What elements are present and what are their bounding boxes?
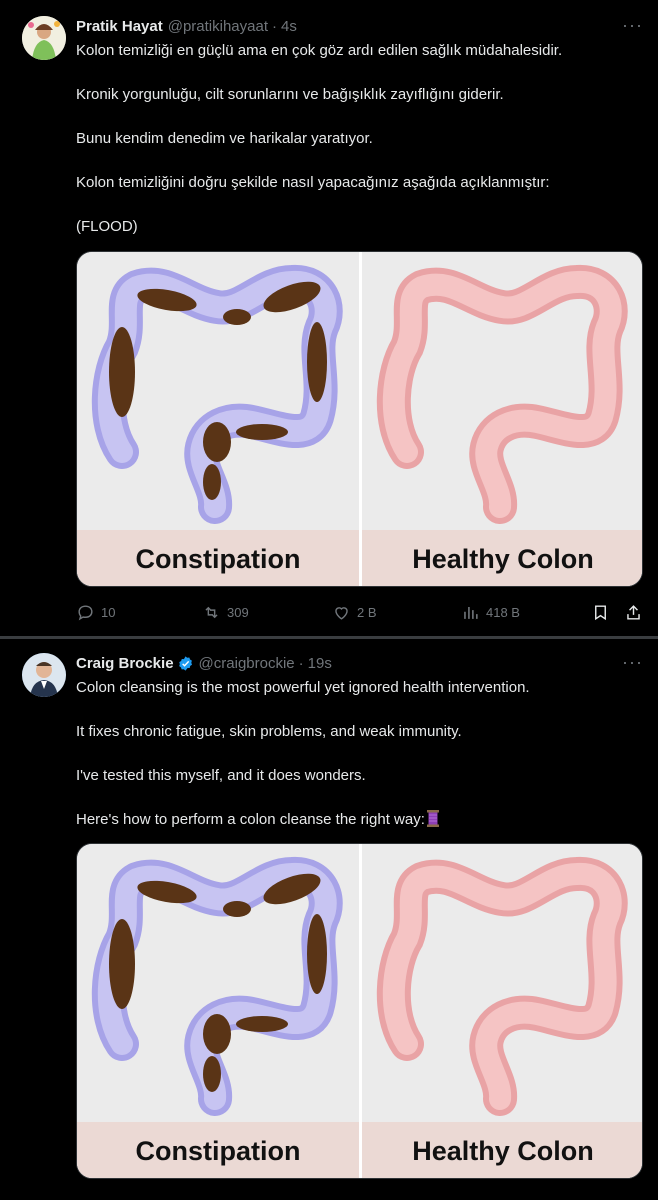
colon-constipated-graphic bbox=[77, 252, 359, 530]
tweet-header: Craig Brockie @craigbrockie · 19s bbox=[76, 653, 332, 673]
share-icon bbox=[627, 605, 640, 620]
tweet-media[interactable]: Constipation Healthy Colon bbox=[76, 251, 643, 587]
tweet-line: Kronik yorgunluğu, cilt sorunlarını ve b… bbox=[76, 86, 504, 103]
caption-constipation: Constipation bbox=[77, 1122, 359, 1178]
colon-healthy-graphic bbox=[362, 252, 643, 530]
timestamp[interactable]: 4s bbox=[281, 18, 297, 35]
repost-button[interactable]: 309 bbox=[202, 603, 249, 622]
colon-constipated-graphic bbox=[77, 844, 359, 1122]
constipation-illustration: Constipation bbox=[77, 844, 359, 1178]
author-handle[interactable]: @craigbrockie bbox=[199, 655, 295, 672]
separator-dot: · bbox=[272, 17, 277, 35]
caption-healthy-colon: Healthy Colon bbox=[362, 1122, 642, 1178]
healthy-colon-illustration: Healthy Colon bbox=[362, 252, 643, 586]
colon-healthy-graphic bbox=[362, 844, 643, 1122]
bookmark-icon bbox=[595, 605, 606, 621]
more-icon[interactable]: ··· bbox=[622, 16, 642, 40]
views-count: 418 B bbox=[486, 605, 520, 620]
author-handle[interactable]: @pratikihayaat bbox=[168, 18, 268, 35]
tweet-text: Kolon temizliği en güçlü ama en çok göz … bbox=[76, 41, 636, 237]
avatar[interactable] bbox=[22, 16, 66, 60]
separator-dot: · bbox=[298, 654, 304, 672]
avatar-image bbox=[22, 653, 66, 697]
bookmark-button[interactable] bbox=[591, 603, 610, 622]
like-count: 2 B bbox=[357, 605, 377, 620]
tweet-text: Colon cleansing is the most powerful yet… bbox=[76, 678, 636, 830]
views-icon bbox=[464, 606, 478, 619]
tweet-line: Here's how to perform a colon cleanse th… bbox=[76, 810, 636, 830]
tweet-line: Bunu kendim denedim ve harikalar yaratıy… bbox=[76, 130, 373, 147]
reply-count: 10 bbox=[101, 605, 116, 620]
caption-constipation: Constipation bbox=[77, 530, 359, 586]
tweet-divider bbox=[0, 636, 658, 639]
repost-icon bbox=[205, 606, 218, 619]
like-icon bbox=[335, 607, 348, 620]
avatar[interactable] bbox=[22, 653, 66, 697]
tweet-line: Kolon temizliğini doğru şekilde nasıl ya… bbox=[76, 174, 550, 191]
like-button[interactable]: 2 B bbox=[332, 603, 377, 622]
tweet-header: Pratik Hayat @pratikihayaat · 4s bbox=[76, 16, 297, 36]
constipation-illustration: Constipation bbox=[77, 252, 359, 586]
action-bar: 10 309 2 B 418 B bbox=[76, 603, 646, 623]
tweet-line-text: Here's how to perform a colon cleanse th… bbox=[76, 811, 425, 828]
author-name[interactable]: Pratik Hayat bbox=[76, 18, 163, 35]
thread-spool-icon bbox=[426, 810, 439, 827]
verified-icon bbox=[178, 655, 192, 671]
reply-icon bbox=[78, 605, 93, 621]
share-button[interactable] bbox=[624, 603, 643, 622]
timestamp[interactable]: 19s bbox=[308, 655, 332, 672]
author-name[interactable]: Craig Brockie bbox=[76, 655, 174, 672]
tweet-line: (FLOOD) bbox=[76, 218, 138, 235]
tweet-line: I've tested this myself, and it does won… bbox=[76, 767, 366, 784]
tweet-line: Colon cleansing is the most powerful yet… bbox=[76, 679, 530, 696]
tweet-line: Kolon temizliği en güçlü ama en çok göz … bbox=[76, 42, 563, 59]
caption-healthy-colon: Healthy Colon bbox=[362, 530, 642, 586]
avatar-image bbox=[22, 16, 66, 60]
reply-button[interactable]: 10 bbox=[76, 603, 115, 622]
repost-count: 309 bbox=[227, 605, 249, 620]
healthy-colon-illustration: Healthy Colon bbox=[362, 844, 643, 1178]
tweet-media[interactable]: Constipation Healthy Colon bbox=[76, 843, 643, 1179]
more-icon[interactable]: ··· bbox=[622, 653, 642, 677]
views-button[interactable]: 418 B bbox=[461, 603, 520, 622]
tweet-line: It fixes chronic fatigue, skin problems,… bbox=[76, 723, 462, 740]
